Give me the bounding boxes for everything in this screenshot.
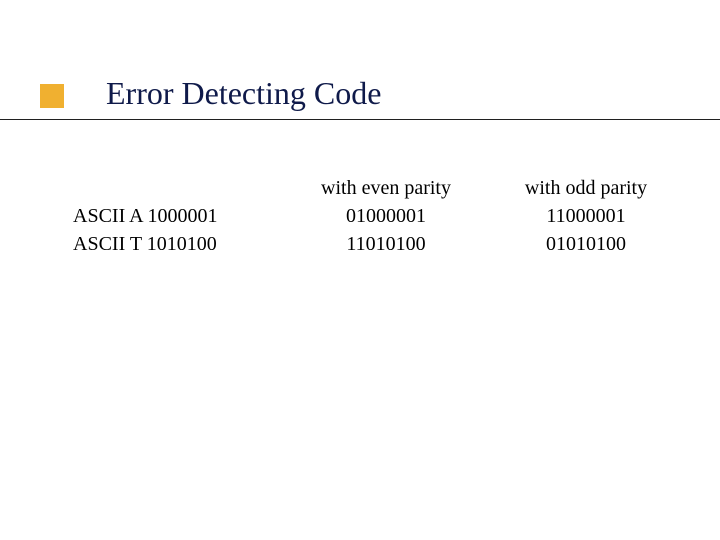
- row-label: ASCII T 1010100: [73, 230, 281, 258]
- title-underline: [0, 119, 720, 120]
- title-bullet-icon: [40, 84, 64, 108]
- table-header-row: with even parity with odd parity: [73, 174, 687, 202]
- row-label: ASCII A 1000001: [73, 202, 281, 230]
- header-empty: [73, 174, 281, 202]
- row-even-value: 11010100: [281, 230, 491, 258]
- row-odd-value: 01010100: [491, 230, 681, 258]
- slide-title: Error Detecting Code: [106, 75, 381, 112]
- row-even-value: 01000001: [281, 202, 491, 230]
- row-odd-value: 11000001: [491, 202, 681, 230]
- slide: Error Detecting Code with even parity wi…: [0, 0, 720, 540]
- parity-table: with even parity with odd parity ASCII A…: [73, 174, 687, 258]
- header-even-parity: with even parity: [281, 174, 491, 202]
- table-row: ASCII A 1000001 01000001 11000001: [73, 202, 687, 230]
- header-odd-parity: with odd parity: [491, 174, 681, 202]
- table-row: ASCII T 1010100 11010100 01010100: [73, 230, 687, 258]
